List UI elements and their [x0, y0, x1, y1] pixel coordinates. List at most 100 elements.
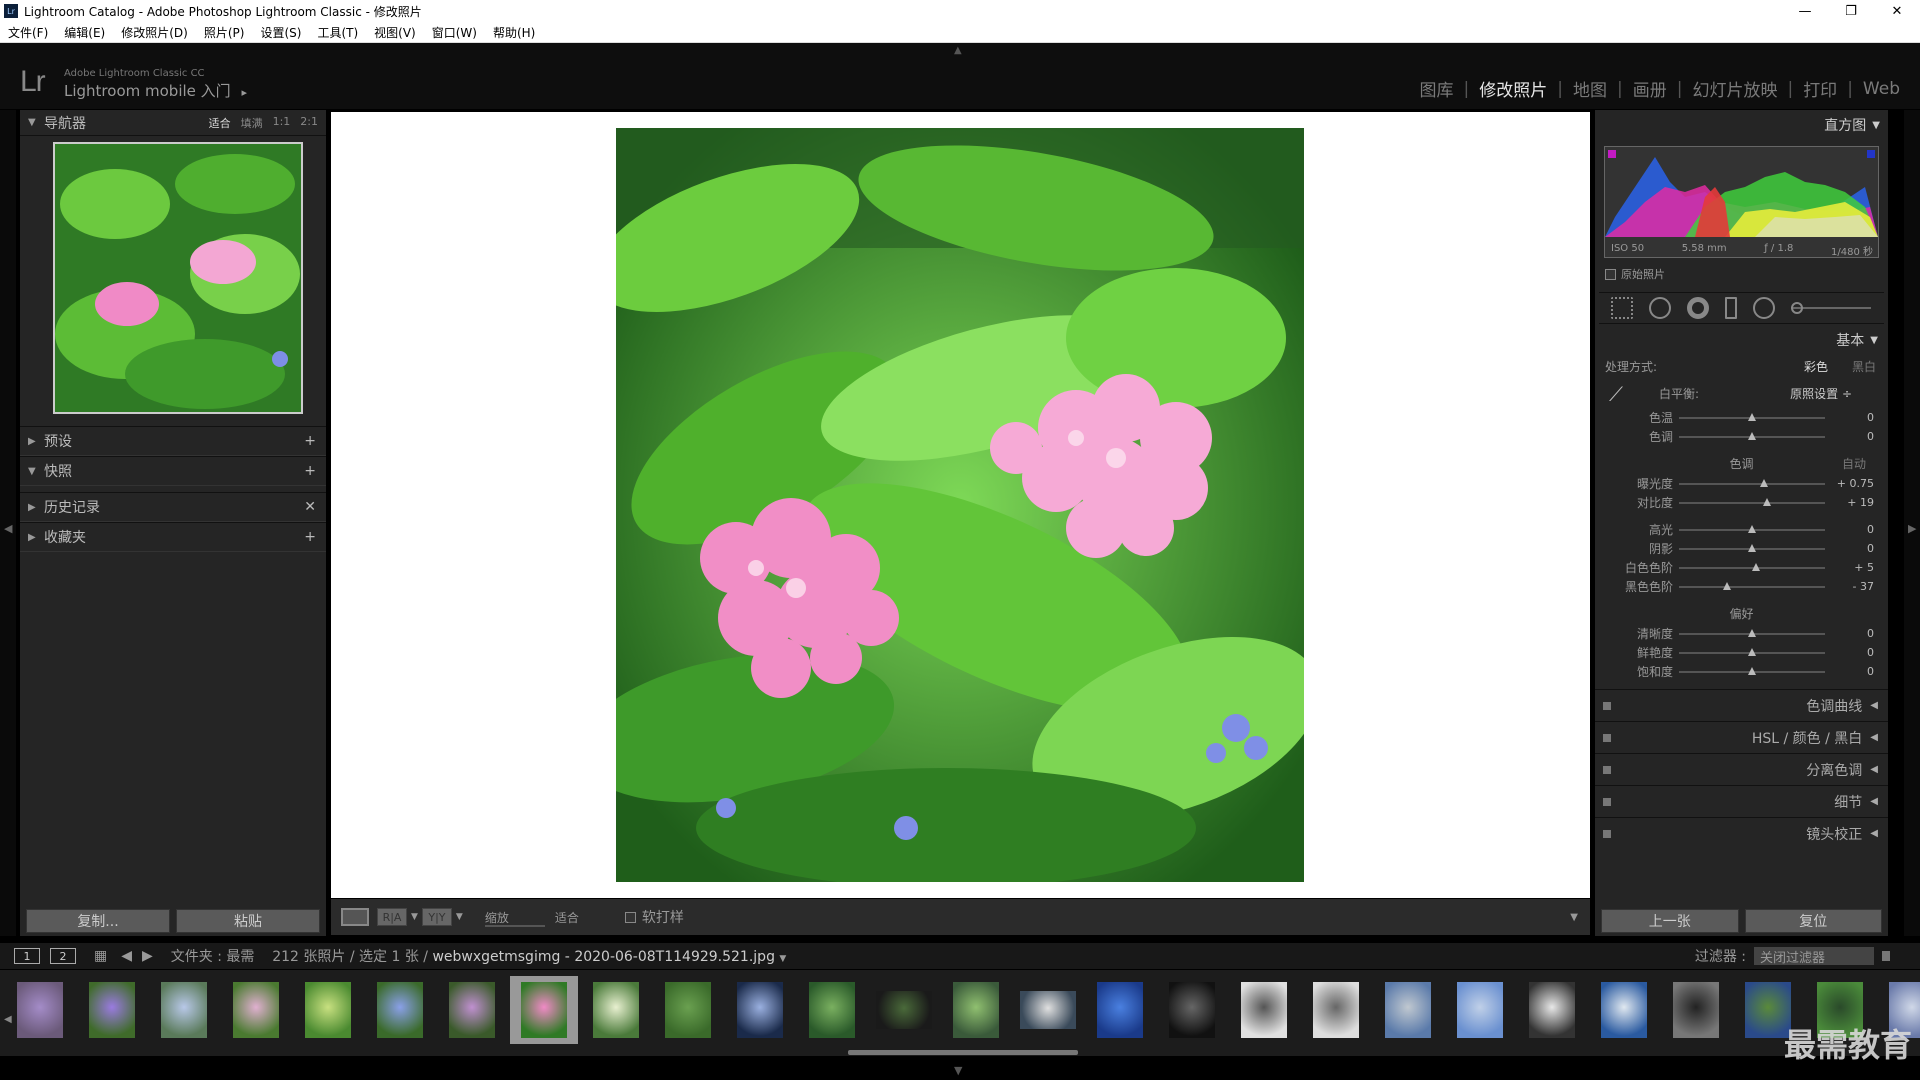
filmstrip-thumbnail[interactable] — [78, 976, 146, 1044]
adjustment-brush-icon[interactable] — [1791, 302, 1803, 314]
slider-value[interactable]: 0 — [1867, 411, 1874, 424]
close-button[interactable]: ✕ — [1874, 0, 1920, 22]
slider-thumb[interactable] — [1748, 647, 1756, 656]
filter-lock-icon[interactable] — [1882, 951, 1890, 961]
forward-arrow-icon[interactable]: ▶ — [142, 948, 153, 964]
slider-value[interactable]: 0 — [1867, 523, 1874, 536]
slider-track[interactable] — [1679, 666, 1825, 675]
slider-thumb[interactable] — [1748, 543, 1756, 552]
menu-help[interactable]: 帮助(H) — [485, 24, 543, 41]
white-balance-dropdown[interactable]: 原照设置 ÷ — [1790, 385, 1852, 402]
menu-photo[interactable]: 照片(P) — [196, 24, 253, 41]
filmstrip-thumbnail[interactable] — [942, 976, 1010, 1044]
slider-value[interactable]: - 37 — [1853, 580, 1874, 593]
presets-section[interactable]: ▶ 预设 + — [20, 426, 326, 456]
treatment-bw-button[interactable]: 黑白 — [1852, 358, 1876, 375]
toolbar-menu-icon[interactable]: ▼ — [1570, 912, 1578, 923]
chevron-down-icon[interactable]: ▼ — [411, 912, 418, 922]
module-book[interactable]: 画册 — [1623, 76, 1677, 101]
slider-thumb[interactable] — [1748, 524, 1756, 533]
graduated-filter-icon[interactable] — [1725, 297, 1737, 319]
module-web[interactable]: Web — [1853, 79, 1910, 99]
filmstrip-thumbnail[interactable] — [726, 976, 794, 1044]
add-collection-button[interactable]: + — [304, 529, 316, 545]
primary-window-button[interactable]: 1 — [14, 948, 40, 964]
slider-track[interactable] — [1679, 628, 1825, 637]
slider-thumb[interactable] — [1748, 666, 1756, 675]
loupe-view-button[interactable] — [341, 908, 369, 926]
maximize-button[interactable]: ❐ — [1828, 0, 1874, 22]
grid-view-icon[interactable]: ▦ — [94, 948, 107, 964]
filmstrip-thumbnail[interactable] — [510, 976, 578, 1044]
auto-tone-button[interactable]: 自动 — [1842, 454, 1866, 474]
slider-track[interactable] — [1679, 478, 1825, 487]
minimize-button[interactable]: — — [1782, 0, 1828, 22]
panel-switch[interactable] — [1603, 765, 1611, 774]
filmstrip-thumbnail[interactable] — [798, 976, 866, 1044]
menu-window[interactable]: 窗口(W) — [424, 24, 485, 41]
soft-proofing-toggle[interactable]: 软打样 — [624, 907, 684, 927]
highlight-clipping-indicator[interactable] — [1867, 150, 1875, 158]
menu-develop[interactable]: 修改照片(D) — [113, 24, 196, 41]
module-map[interactable]: 地图 — [1563, 76, 1617, 101]
histogram-header[interactable]: 直方图 ▼ — [1595, 110, 1888, 140]
zoom-fit[interactable]: 适合 — [209, 115, 231, 131]
filmstrip-thumbnail[interactable] — [150, 976, 218, 1044]
zoom-control[interactable]: 缩放 适合 — [484, 909, 585, 927]
slider-thumb[interactable] — [1748, 412, 1756, 421]
slider-value[interactable]: 0 — [1867, 665, 1874, 678]
slider-thumb[interactable] — [1748, 431, 1756, 440]
filmstrip-thumbnail[interactable] — [1086, 976, 1154, 1044]
clear-history-button[interactable]: ✕ — [304, 499, 316, 515]
panel-switch[interactable] — [1603, 733, 1611, 742]
slider-thumb[interactable] — [1748, 628, 1756, 637]
filmstrip-thumbnail[interactable] — [366, 976, 434, 1044]
soft-proofing-checkbox[interactable] — [624, 911, 636, 923]
slider-track[interactable] — [1679, 581, 1825, 590]
before-after-yy-button[interactable]: Y|Y — [421, 908, 452, 926]
split-toning-panel[interactable]: 分离色调 ◀ — [1595, 753, 1888, 785]
paste-settings-button[interactable]: 粘贴 — [176, 909, 320, 933]
slider-track[interactable] — [1679, 412, 1825, 421]
menu-file[interactable]: 文件(F) — [0, 24, 56, 41]
red-eye-icon[interactable] — [1687, 297, 1709, 319]
adjustment-brush-slider[interactable] — [1791, 302, 1871, 314]
slider-value[interactable]: + 0.75 — [1837, 477, 1874, 490]
copy-settings-button[interactable]: 复制... — [26, 909, 170, 933]
filmstrip-scrollbar[interactable] — [848, 1050, 1078, 1055]
histogram[interactable]: ISO 50 5.58 mm ƒ / 1.8 1/480 秒 — [1604, 146, 1879, 258]
collapse-filmstrip-icon[interactable]: ▼ — [954, 1064, 962, 1077]
lightroom-mobile-link[interactable]: Lightroom mobile 入门 ▸ — [64, 80, 247, 101]
previous-button[interactable]: 上一张 — [1601, 909, 1739, 933]
menu-edit[interactable]: 编辑(E) — [56, 24, 113, 41]
filmstrip-thumbnail[interactable] — [222, 976, 290, 1044]
basic-panel-header[interactable]: 基本 ▼ — [1595, 326, 1888, 354]
filmstrip-thumbnail[interactable] — [1374, 976, 1442, 1044]
shadow-clipping-indicator[interactable] — [1608, 150, 1616, 158]
crop-overlay-icon[interactable] — [1611, 297, 1633, 319]
image-view[interactable] — [331, 112, 1590, 898]
slider-track[interactable] — [1679, 431, 1825, 440]
module-library[interactable]: 图库 — [1410, 76, 1464, 101]
navigator-preview[interactable] — [53, 142, 303, 414]
slider-track[interactable] — [1679, 524, 1825, 533]
module-print[interactable]: 打印 — [1793, 76, 1847, 101]
slider-value[interactable]: 0 — [1867, 430, 1874, 443]
module-develop[interactable]: 修改照片 — [1469, 76, 1557, 101]
filmstrip-thumbnail[interactable] — [6, 976, 74, 1044]
collapse-left-panel-icon[interactable]: ◀ — [4, 522, 12, 535]
panel-switch[interactable] — [1603, 797, 1611, 806]
chevron-down-icon[interactable]: ▼ — [779, 954, 786, 964]
slider-track[interactable] — [1679, 647, 1825, 656]
filter-dropdown[interactable]: 关闭过滤器 — [1754, 947, 1874, 966]
lens-corrections-panel[interactable]: 镜头校正 ◀ — [1595, 817, 1888, 849]
zoom-fill[interactable]: 填满 — [241, 115, 263, 131]
filmstrip-thumbnail[interactable] — [870, 976, 938, 1044]
zoom-1-1[interactable]: 1:1 — [273, 115, 291, 131]
zoom-2-1[interactable]: 2:1 — [300, 115, 318, 131]
slider-value[interactable]: + 5 — [1854, 561, 1874, 574]
slider-value[interactable]: 0 — [1867, 646, 1874, 659]
filmstrip-thumbnail[interactable] — [1518, 976, 1586, 1044]
chevron-down-icon[interactable]: ▼ — [456, 912, 463, 922]
slider-track[interactable] — [1679, 562, 1825, 571]
